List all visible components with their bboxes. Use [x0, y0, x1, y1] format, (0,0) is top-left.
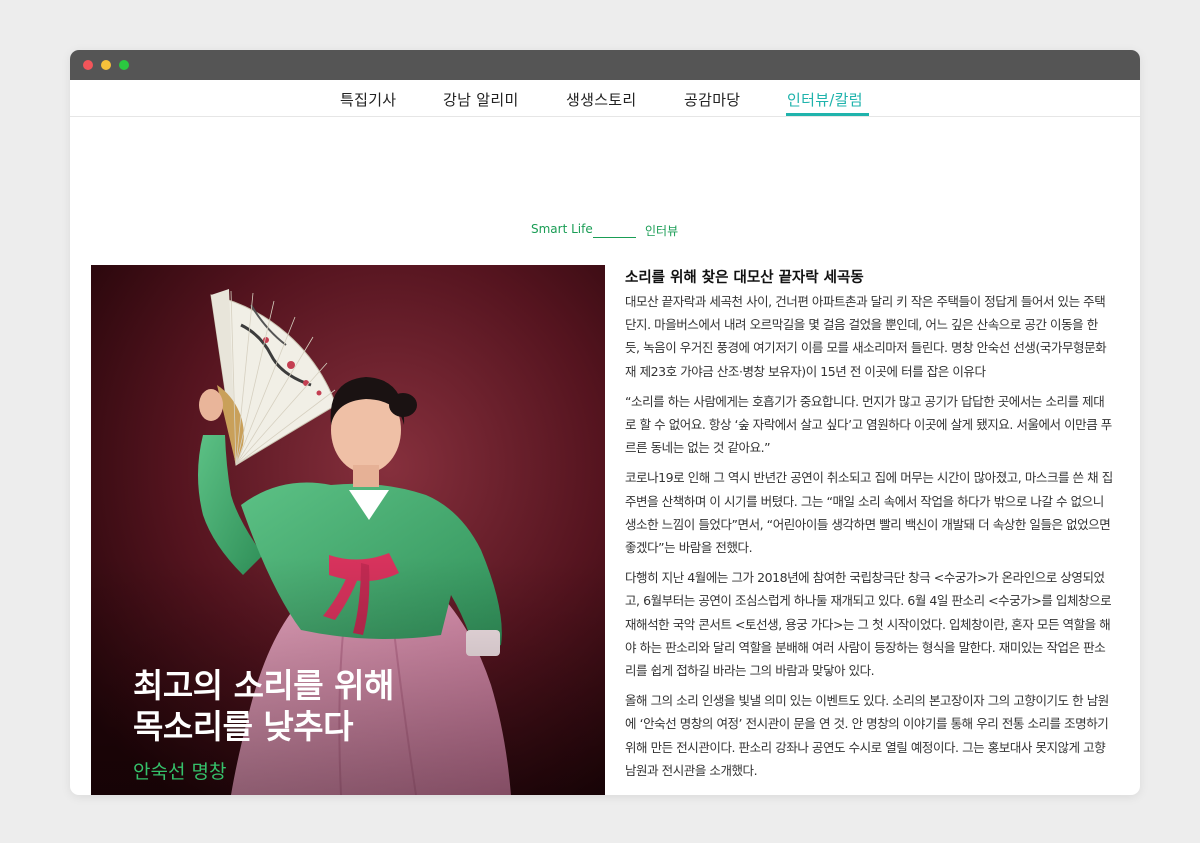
nav-item-feature[interactable]: 특집기사 [340, 89, 396, 110]
article-heading: 소리를 위해 찾은 대모산 끝자락 세곡동 [625, 270, 864, 286]
breadcrumb-section[interactable]: Smart Life [531, 222, 593, 236]
article-paragraph: “소리를 하는 사람에게는 호흡기가 중요합니다. 먼지가 많고 공기가 답답한… [625, 393, 1112, 456]
minimize-window-button[interactable] [101, 60, 111, 70]
nav-item-gangnam-notice[interactable]: 강남 알리미 [443, 89, 519, 110]
maximize-window-button[interactable] [119, 60, 129, 70]
hero-subtitle: 안숙선 명창 [133, 761, 227, 783]
nav-item-community[interactable]: 공감마당 [684, 89, 740, 110]
active-tab-indicator [786, 113, 869, 116]
article-paragraph: 올해 그의 소리 인생을 빛낼 의미 있는 이벤트도 있다. 소리의 본고장이자… [625, 693, 1109, 778]
hero-image: 최고의 소리를 위해 목소리를 낮추다 안숙선 명창 [91, 265, 605, 795]
window-titlebar [70, 50, 1140, 80]
article-body: 소리를 위해 찾은 대모산 끝자락 세곡동 대모산 끝자락과 세곡천 사이, 건… [625, 267, 1113, 789]
breadcrumb-category[interactable]: 인터뷰 [645, 222, 678, 239]
top-navigation: 특집기사 강남 알리미 생생스토리 공감마당 인터뷰/칼럼 [70, 80, 1140, 117]
close-window-button[interactable] [83, 60, 93, 70]
article-paragraph: 다행히 지난 4월에는 그가 2018년에 참여한 국립창극단 창극 <수궁가>… [625, 570, 1112, 679]
nav-item-interview-column[interactable]: 인터뷰/칼럼 [787, 89, 863, 110]
browser-window: 특집기사 강남 알리미 생생스토리 공감마당 인터뷰/칼럼 Smart Life… [70, 50, 1140, 795]
nav-item-stories[interactable]: 생생스토리 [566, 89, 637, 110]
hero-title: 최고의 소리를 위해 목소리를 낮추다 [133, 665, 394, 747]
article-paragraph: 대모산 끝자락과 세곡천 사이, 건너편 아파트촌과 달리 키 작은 주택들이 … [625, 294, 1107, 379]
article-paragraph: 코로나19로 인해 그 역시 반년간 공연이 취소되고 집에 머무는 시간이 많… [625, 470, 1113, 556]
hero-title-line-1: 최고의 소리를 위해 [133, 666, 394, 705]
hero-title-line-2: 목소리를 낮추다 [133, 707, 354, 746]
breadcrumb-divider [593, 237, 636, 238]
